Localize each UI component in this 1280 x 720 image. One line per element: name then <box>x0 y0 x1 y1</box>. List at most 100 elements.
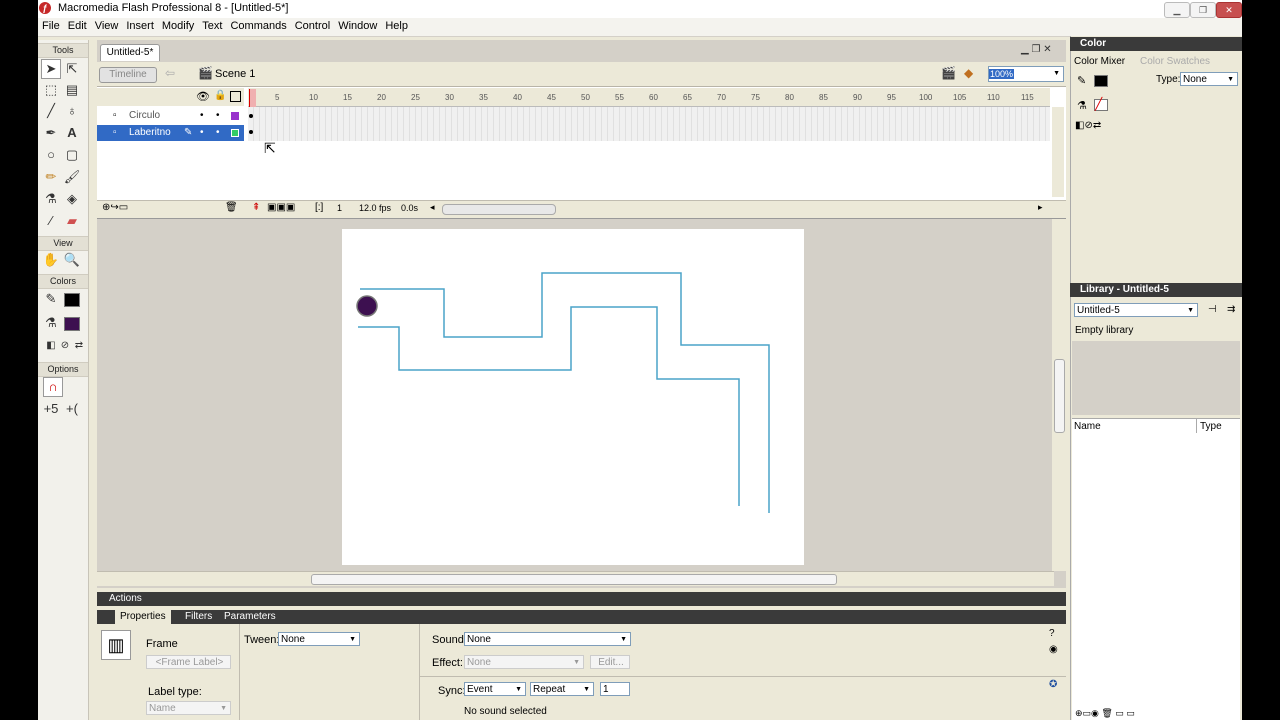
paint-bucket-tool-icon[interactable]: ◈ <box>62 189 82 209</box>
pin-library-icon[interactable]: ⊣ <box>1208 304 1217 315</box>
edit-symbol-icon[interactable]: ◆ <box>964 66 973 80</box>
scene-name[interactable]: Scene 1 <box>215 68 255 80</box>
layer-row-laberitno[interactable]: ▫ Laberitno ✎ • • <box>97 125 244 141</box>
eraser-tool-icon[interactable]: ▰ <box>62 211 82 231</box>
pen-tool-icon[interactable]: ✒ <box>41 123 61 143</box>
mixer-tool-icons[interactable]: ◧⊘⇄ <box>1075 120 1101 131</box>
stroke-color-swatch[interactable] <box>64 293 80 307</box>
hand-tool-icon[interactable]: ✋ <box>41 250 61 270</box>
vscroll-thumb[interactable] <box>1054 359 1065 433</box>
edit-scene-icon[interactable]: 🎬 <box>941 66 956 80</box>
tween-select[interactable]: None ▼ <box>278 632 360 646</box>
line-tool-icon[interactable]: ╱ <box>41 101 61 121</box>
library-document-select[interactable]: Untitled-5 ▼ <box>1074 303 1198 317</box>
frames-grid[interactable] <box>248 107 1050 141</box>
fill-color-swatch[interactable] <box>64 317 80 331</box>
sync-select[interactable]: Event ▼ <box>464 682 526 696</box>
pencil-tool-icon[interactable]: ✏ <box>41 167 61 187</box>
modify-markers-icon[interactable]: [:] <box>315 202 323 213</box>
menu-modify[interactable]: Modify <box>158 18 198 32</box>
subselection-tool-icon[interactable]: ⇱ <box>62 59 82 79</box>
frame-label-input[interactable]: <Frame Label> <box>146 655 231 669</box>
menu-commands[interactable]: Commands <box>226 18 290 32</box>
library-list[interactable]: Name Type <box>1072 418 1240 720</box>
menu-window[interactable]: Window <box>334 18 381 32</box>
visibility-dot[interactable]: • <box>200 125 204 141</box>
document-tab[interactable]: Untitled-5* <box>100 44 160 61</box>
lasso-tool-icon[interactable]: ♁ <box>62 101 82 121</box>
document-window-controls[interactable]: ▁ ❐ ✕ <box>1021 44 1061 58</box>
back-arrow-icon[interactable]: ⇦ <box>165 66 175 80</box>
repeat-select[interactable]: Repeat ▼ <box>530 682 594 696</box>
timeline-toggle-button[interactable]: Timeline <box>99 67 157 83</box>
snap-to-objects-icon[interactable]: ∩ <box>43 377 63 397</box>
gradient-transform-tool-icon[interactable]: ▤ <box>62 80 82 100</box>
rectangle-tool-icon[interactable]: ▢ <box>62 145 82 165</box>
smooth-icon[interactable]: +5 <box>41 399 61 419</box>
free-transform-tool-icon[interactable]: ⬚ <box>41 80 61 100</box>
menu-help[interactable]: Help <box>381 18 412 32</box>
layer-outline-color[interactable] <box>231 112 239 120</box>
lock-dot[interactable]: • <box>216 125 220 141</box>
eyedropper-tool-icon[interactable]: ⁄ <box>41 211 61 231</box>
insert-layer-icon[interactable]: ⊕↪▭ <box>102 202 128 213</box>
layer-row-circulo[interactable]: ▫ Circulo • • <box>97 108 244 124</box>
scroll-right-icon[interactable]: ▸ <box>1038 202 1043 213</box>
sound-select[interactable]: None ▼ <box>464 632 631 646</box>
timeline-vscroll[interactable] <box>1052 107 1064 197</box>
brush-tool-icon[interactable]: 🖌 <box>62 167 82 187</box>
edit-button[interactable]: Edit... <box>590 655 630 669</box>
menu-insert[interactable]: Insert <box>122 18 158 32</box>
zoom-select[interactable]: 100% ▼ <box>988 66 1064 82</box>
swap-colors-icon[interactable]: ⇄ <box>69 336 89 356</box>
accessibility-icon[interactable]: ✪ <box>1049 679 1057 690</box>
onion-skin-icons[interactable]: ▣▣▣ <box>267 202 295 213</box>
color-panel-header[interactable]: Color <box>1070 37 1242 51</box>
timeline-hscroll-thumb[interactable] <box>442 204 556 215</box>
repeat-count-input[interactable]: 1 <box>600 682 630 696</box>
text-tool-icon[interactable]: A <box>62 123 82 143</box>
stage-canvas[interactable] <box>342 229 804 565</box>
delete-layer-icon[interactable]: 🗑 <box>225 202 238 213</box>
tab-properties[interactable]: Properties <box>115 610 171 624</box>
menu-text[interactable]: Text <box>198 18 226 32</box>
tab-color-mixer[interactable]: Color Mixer <box>1074 56 1125 67</box>
minimize-button[interactable]: ▁ <box>1164 2 1190 18</box>
hscroll-thumb[interactable] <box>311 574 837 585</box>
lock-dot[interactable]: • <box>216 108 220 124</box>
stage-vscroll[interactable] <box>1052 219 1066 571</box>
tab-parameters[interactable]: Parameters <box>224 610 276 624</box>
edit-accessibility-icon[interactable]: ◉ <box>1049 644 1058 655</box>
new-library-panel-icon[interactable]: ⇉ <box>1227 304 1235 315</box>
effect-select[interactable]: None ▼ <box>464 655 584 669</box>
menu-control[interactable]: Control <box>291 18 334 32</box>
help-icon[interactable]: ? <box>1049 628 1055 639</box>
column-name[interactable]: Name <box>1074 421 1101 432</box>
straighten-icon[interactable]: +( <box>62 399 82 419</box>
menu-view[interactable]: View <box>91 18 123 32</box>
center-frame-icon[interactable]: ⇞ <box>252 202 260 213</box>
actions-panel-header[interactable]: Actions <box>97 592 1066 606</box>
eye-icon[interactable]: 👁 <box>196 90 210 103</box>
keyframes[interactable] <box>249 108 255 141</box>
label-type-select[interactable]: Name ▼ <box>146 701 231 715</box>
ink-bottle-tool-icon[interactable]: ⚗ <box>41 189 61 209</box>
tab-color-swatches[interactable]: Color Swatches <box>1140 56 1210 67</box>
scroll-left-icon[interactable]: ◂ <box>430 202 435 213</box>
mixer-stroke-swatch[interactable] <box>1094 75 1108 87</box>
menu-file[interactable]: File <box>38 18 64 32</box>
visibility-dot[interactable]: • <box>200 108 204 124</box>
menu-edit[interactable]: Edit <box>64 18 91 32</box>
stage-hscroll[interactable] <box>97 571 1054 586</box>
lock-icon[interactable]: 🔒 <box>214 90 226 101</box>
close-button[interactable]: ✕ <box>1216 2 1242 18</box>
library-footer-icons[interactable]: ⊕▭◉ 🗑 ▭ ▭ <box>1075 708 1135 719</box>
column-type[interactable]: Type <box>1200 421 1222 432</box>
selection-tool-icon[interactable]: ➤ <box>41 59 61 79</box>
restore-button[interactable]: ❐ <box>1190 2 1216 18</box>
library-panel-header[interactable]: Library - Untitled-5 <box>1070 283 1242 297</box>
mixer-fill-swatch[interactable]: ╱ <box>1094 97 1108 111</box>
fill-type-select[interactable]: None ▼ <box>1180 72 1238 86</box>
outline-icon[interactable] <box>230 91 241 102</box>
layer-outline-color[interactable] <box>231 129 239 137</box>
